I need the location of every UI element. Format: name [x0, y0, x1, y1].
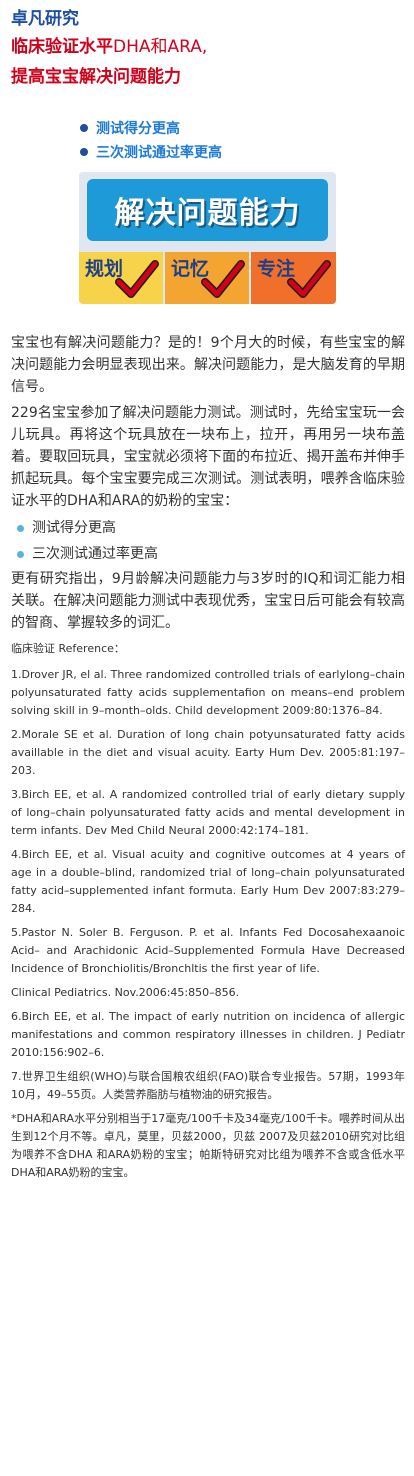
- headline-part1-en: DHA和ARA,: [113, 37, 208, 57]
- headline-line-1: 临床验证水平DHA和ARA,: [11, 36, 207, 58]
- bullet-dot-icon: [17, 524, 24, 532]
- brand-title: 卓凡研究: [11, 9, 79, 29]
- headline-line-2: 提高宝宝解决问题能力: [11, 67, 181, 87]
- top-bullet-text: 测试得分更高: [96, 121, 180, 137]
- banner-tile-focus: 专注: [251, 252, 336, 304]
- bullet-dot-icon: [80, 124, 88, 132]
- top-bullet-text: 三次测试通过率更高: [96, 145, 222, 161]
- reference-footnote: *DHA和ARA水平分别相当于17毫克/100千卡及34毫克/100千卡。喂养时…: [11, 1112, 405, 1179]
- body-bullet-item: 测试得分更高: [11, 516, 405, 540]
- top-bullet-item: 测试得分更高: [80, 116, 320, 140]
- checkmark-icon: [201, 260, 245, 298]
- checkmark-icon: [287, 260, 331, 298]
- top-bullet-list: 测试得分更高 三次测试通过率更高: [80, 116, 320, 164]
- bullet-dot-icon: [17, 550, 24, 558]
- headline-part1: 临床验证水平: [11, 37, 113, 57]
- skills-banner: 解决问题能力 规划 记忆 专注: [79, 172, 336, 304]
- body-paragraph-1: 宝宝也有解决问题能力？是的！9个月大的时候，有些宝宝的解决问题能力会明显表现出来…: [11, 335, 405, 395]
- reference-item: 5.Pastor N. Soler B. Ferguson. P. et al.…: [11, 926, 405, 975]
- top-bullet-item: 三次测试通过率更高: [80, 140, 320, 164]
- reference-item: 4.Birch EE, et al. Visual acuity and cog…: [11, 848, 405, 915]
- banner-title: 解决问题能力: [87, 179, 328, 241]
- body-bullet-item: 三次测试通过率更高: [11, 542, 405, 566]
- reference-item: 3.Birch EE, et al. A randomized controll…: [11, 788, 405, 837]
- checkmark-icon: [115, 260, 159, 298]
- references-heading: 临床验证 Reference：: [11, 642, 125, 655]
- body-bullet-text: 三次测试通过率更高: [32, 546, 158, 562]
- article-page: 卓凡研究 临床验证水平DHA和ARA, 提高宝宝解决问题能力 测试得分更高 三次…: [0, 0, 414, 1476]
- reference-item: 7.世界卫生组织(WHO)与联合国粮农组织(FAO)联合专业报告。57期，199…: [11, 1070, 405, 1101]
- reference-item: 6.Birch EE, et al. The impact of early n…: [11, 1010, 405, 1059]
- article-body: 宝宝也有解决问题能力？是的！9个月大的时候，有些宝宝的解决问题能力会明显表现出来…: [11, 332, 405, 1188]
- body-paragraph-2: 229名宝宝参加了解决问题能力测试。测试时，先给宝宝玩一会儿玩具。再将这个玩具放…: [11, 405, 405, 509]
- reference-item: 2.Morale SE et al. Duration of long chai…: [11, 728, 405, 777]
- reference-item: Clinical Pediatrics. Nov.2006:45:850–856…: [11, 986, 240, 999]
- body-bullet-text: 测试得分更高: [32, 520, 116, 536]
- bullet-dot-icon: [80, 148, 88, 156]
- body-paragraph-3: 更有研究指出，9月龄解决问题能力与3岁时的IQ和词汇能力相关联。在解决问题能力测…: [11, 571, 405, 631]
- banner-tile-planning: 规划: [79, 252, 163, 304]
- reference-item: 1.Drover JR, el al. Three randomized con…: [11, 668, 405, 717]
- banner-tile-memory: 记忆: [165, 252, 249, 304]
